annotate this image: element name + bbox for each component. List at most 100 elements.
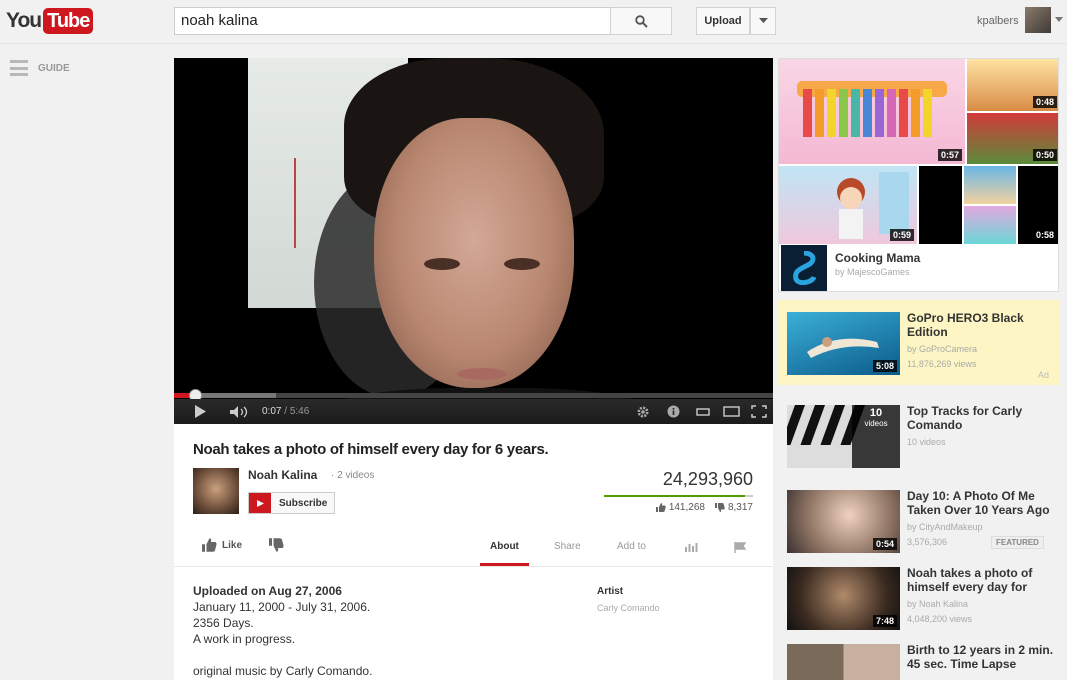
video-frame-eye-left <box>424 258 460 270</box>
small-player-icon <box>696 407 710 416</box>
annotations-button[interactable] <box>662 399 684 424</box>
ad-tile[interactable] <box>964 166 1016 204</box>
volume-button[interactable] <box>228 399 252 424</box>
youtube-logo[interactable]: You Tube <box>6 7 94 34</box>
video-duration: 7:48 <box>872 615 897 627</box>
video-thumbnail[interactable]: 5:08 <box>787 312 900 375</box>
playlist-item[interactable]: 10 videos Top Tracks for Carly Comando 1… <box>778 393 1059 478</box>
video-player[interactable]: 0:07 / 5:46 <box>174 58 773 424</box>
gear-icon <box>637 406 649 417</box>
logo-tube: Tube <box>43 7 94 34</box>
tab-add-to[interactable]: Add to <box>617 541 646 552</box>
video-duration: 0:54 <box>872 538 897 550</box>
channel-avatar[interactable] <box>193 468 239 514</box>
video-title[interactable]: GoPro HERO3 Black Edition <box>907 311 1057 339</box>
tab-share[interactable]: Share <box>554 541 581 552</box>
duration: 5:46 <box>289 406 310 417</box>
ad-tile[interactable]: 0:48 <box>967 59 1058 111</box>
video-views: 4,048,200 views <box>907 614 973 624</box>
large-player-icon <box>722 406 740 417</box>
video-title[interactable]: Day 10: A Photo Of Me Taken Over 10 Year… <box>907 489 1057 517</box>
tile-duration: 0:59 <box>889 229 914 241</box>
ad-mosaic: 0:57 0:48 0:50 0:59 0:58 <box>779 59 1058 244</box>
player-controls: 0:07 / 5:46 <box>174 399 773 424</box>
description-line: A work in progress. <box>193 632 296 646</box>
upload-button[interactable]: Upload <box>696 7 750 35</box>
tab-report[interactable] <box>734 542 747 556</box>
playlist-video-count: 10 videos <box>907 437 946 447</box>
video-frame-detail <box>294 158 296 248</box>
video-frame-face <box>374 118 574 388</box>
like-ratio-bar <box>604 495 753 497</box>
thumbs-down-icon <box>269 538 284 552</box>
sidebar-top-ad[interactable]: 0:57 0:48 0:50 0:59 0:58 Cooking Mama by… <box>778 58 1059 292</box>
ad-tile[interactable]: 0:57 <box>779 59 965 164</box>
video-frame-eye-right <box>504 258 540 270</box>
account-caret-icon[interactable] <box>1055 17 1063 22</box>
tab-stats[interactable] <box>684 542 698 555</box>
chevron-down-icon <box>758 18 768 23</box>
username[interactable]: kpalbers <box>977 15 1019 27</box>
play-button[interactable] <box>188 399 212 424</box>
tab-about[interactable]: About <box>490 541 519 552</box>
tile-duration: 0:58 <box>1032 229 1057 241</box>
video-frame-mouth <box>457 368 507 380</box>
dislike-button[interactable] <box>269 538 284 557</box>
related-video[interactable]: 7:48 Noah takes a photo of himself every… <box>778 555 1059 640</box>
like-button[interactable]: Like <box>202 538 242 552</box>
small-player-button[interactable] <box>692 399 714 424</box>
related-video[interactable]: 0:54 Day 10: A Photo Of Me Taken Over 10… <box>778 478 1059 563</box>
ad-tile <box>919 166 962 244</box>
divider <box>174 566 773 567</box>
playlist-count-number: 10 <box>869 407 883 419</box>
fullscreen-icon <box>751 405 767 418</box>
video-thumbnail[interactable]: 0:54 <box>787 490 900 553</box>
video-thumbnail[interactable] <box>787 644 900 680</box>
playlist-count-label: videos <box>864 419 888 428</box>
settings-button[interactable] <box>632 399 654 424</box>
ad-tile[interactable] <box>964 206 1016 244</box>
subscribe-button[interactable]: Subscribe <box>248 492 335 514</box>
ad-title[interactable]: Cooking Mama <box>835 251 920 265</box>
channel-name[interactable]: Noah Kalina <box>248 468 317 482</box>
search-button[interactable] <box>610 7 672 35</box>
ad-tile[interactable]: 0:58 <box>1018 166 1058 244</box>
ad-channel[interactable]: by MajescoGames <box>835 267 910 277</box>
search-input[interactable]: noah kalina <box>174 7 611 35</box>
playlist-count: 10 videos <box>852 405 900 468</box>
video-thumbnail[interactable]: 7:48 <box>787 567 900 630</box>
search-icon <box>634 14 648 28</box>
related-video[interactable]: Birth to 12 years in 2 min. 45 sec. Time… <box>778 632 1059 680</box>
like-ratio-fill <box>604 495 745 497</box>
description-line: original music by Carly Comando. <box>193 664 373 678</box>
large-player-button[interactable] <box>720 399 742 424</box>
video-title[interactable]: Noah takes a photo of himself every day … <box>907 566 1057 594</box>
ad-tile[interactable]: 0:50 <box>967 113 1058 164</box>
playlist-title[interactable]: Top Tracks for Carly Comando <box>907 404 1057 432</box>
music-artist-value[interactable]: Carly Comando <box>597 603 660 613</box>
thumbs-down-icon <box>714 503 725 512</box>
video-channel[interactable]: by GoProCamera <box>907 344 977 354</box>
fullscreen-button[interactable] <box>748 399 770 424</box>
channel-video-count[interactable]: · 2 videos <box>331 470 374 481</box>
video-views: 11,876,269 views <box>907 359 977 369</box>
like-dislike-counts: 141,268 8,317 <box>644 502 753 513</box>
guide-button[interactable]: GUIDE <box>10 60 70 76</box>
ad-tile[interactable]: 0:59 <box>779 166 917 244</box>
thumbs-up-icon <box>655 503 666 512</box>
progress-bar[interactable] <box>174 389 773 402</box>
thumbs-up-icon <box>202 538 217 552</box>
promoted-video[interactable]: 5:08 GoPro HERO3 Black Edition by GoProC… <box>778 300 1059 385</box>
upload-menu-button[interactable] <box>750 7 776 35</box>
channel-video-count-text: 2 videos <box>337 470 375 481</box>
like-count: 141,268 <box>668 502 705 513</box>
ad-label: Ad <box>1037 370 1049 380</box>
video-title[interactable]: Birth to 12 years in 2 min. 45 sec. Time… <box>907 643 1057 671</box>
avatar[interactable] <box>1025 7 1051 33</box>
info-icon <box>667 405 679 418</box>
ad-channel-logo <box>781 245 827 291</box>
playlist-thumbnail[interactable]: 10 videos <box>787 405 900 468</box>
volume-icon <box>230 405 248 418</box>
video-channel[interactable]: by Noah Kalina <box>907 599 968 609</box>
video-channel[interactable]: by CityAndMakeup <box>907 522 983 532</box>
